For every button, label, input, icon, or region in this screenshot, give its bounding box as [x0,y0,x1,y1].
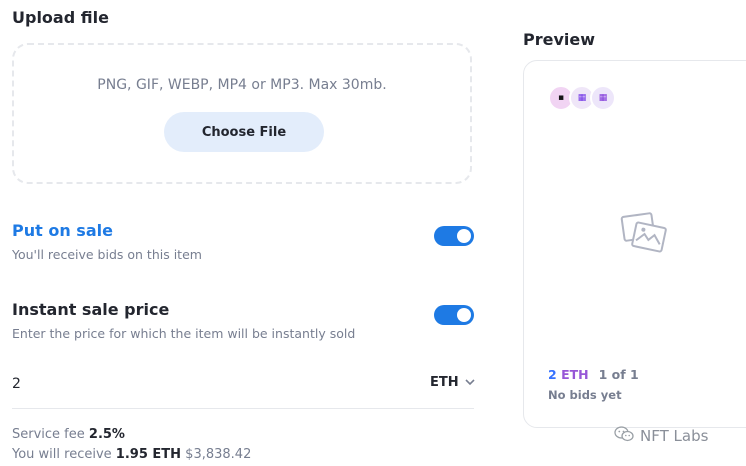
receive-label: You will receive [12,447,112,462]
preview-price-unit: ETH [561,367,589,382]
watermark: NFT Labs [614,426,708,446]
instant-sale-subtitle: Enter the price for which the item will … [12,326,356,341]
chevron-down-icon [465,375,475,390]
currency-select[interactable]: ETH [430,375,475,390]
watermark-text: NFT Labs [640,427,709,445]
preview-card: ▪ ▦ ▦ 2 ETH 1 of 1 No bids yet [523,60,746,428]
preview-title: Preview [523,30,596,49]
dropzone-hint: PNG, GIF, WEBP, MP4 or MP3. Max 30mb. [97,77,387,93]
service-fee-label: Service fee [12,427,85,442]
upload-page: Upload file PNG, GIF, WEBP, MP4 or MP3. … [0,0,746,466]
currency-label: ETH [430,375,459,390]
avatar-group: ▪ ▦ ▦ [548,85,616,111]
upload-title: Upload file [12,8,109,27]
receive-eth: 1.95 ETH [115,447,182,462]
preview-count: 1 of 1 [598,367,639,382]
preview-price-row: 2 ETH 1 of 1 [548,367,639,382]
service-fee-value: 2.5% [88,427,125,442]
put-on-sale-toggle[interactable] [434,226,474,246]
price-input[interactable] [12,373,392,395]
instant-sale-toggle[interactable] [434,305,474,325]
file-dropzone[interactable]: PNG, GIF, WEBP, MP4 or MP3. Max 30mb. Ch… [12,43,472,184]
choose-file-button[interactable]: Choose File [164,112,324,152]
preview-price: 2 ETH [548,367,589,382]
price-divider [12,408,474,409]
avatar: ▦ [590,85,616,111]
preview-price-number: 2 [548,367,557,382]
receive-line: You will receive 1.95 ETH $3,838.42 [12,447,251,462]
service-fee-line: Service fee 2.5% [12,427,125,442]
put-on-sale-subtitle: You'll receive bids on this item [12,247,202,262]
put-on-sale-title: Put on sale [12,221,113,240]
instant-sale-title: Instant sale price [12,300,170,319]
preview-bids-status: No bids yet [548,388,622,402]
toggle-knob [457,308,471,322]
toggle-knob [457,229,471,243]
image-placeholder-icon [620,211,668,259]
wechat-icon [614,426,634,446]
receive-usd: $3,838.42 [185,447,252,462]
